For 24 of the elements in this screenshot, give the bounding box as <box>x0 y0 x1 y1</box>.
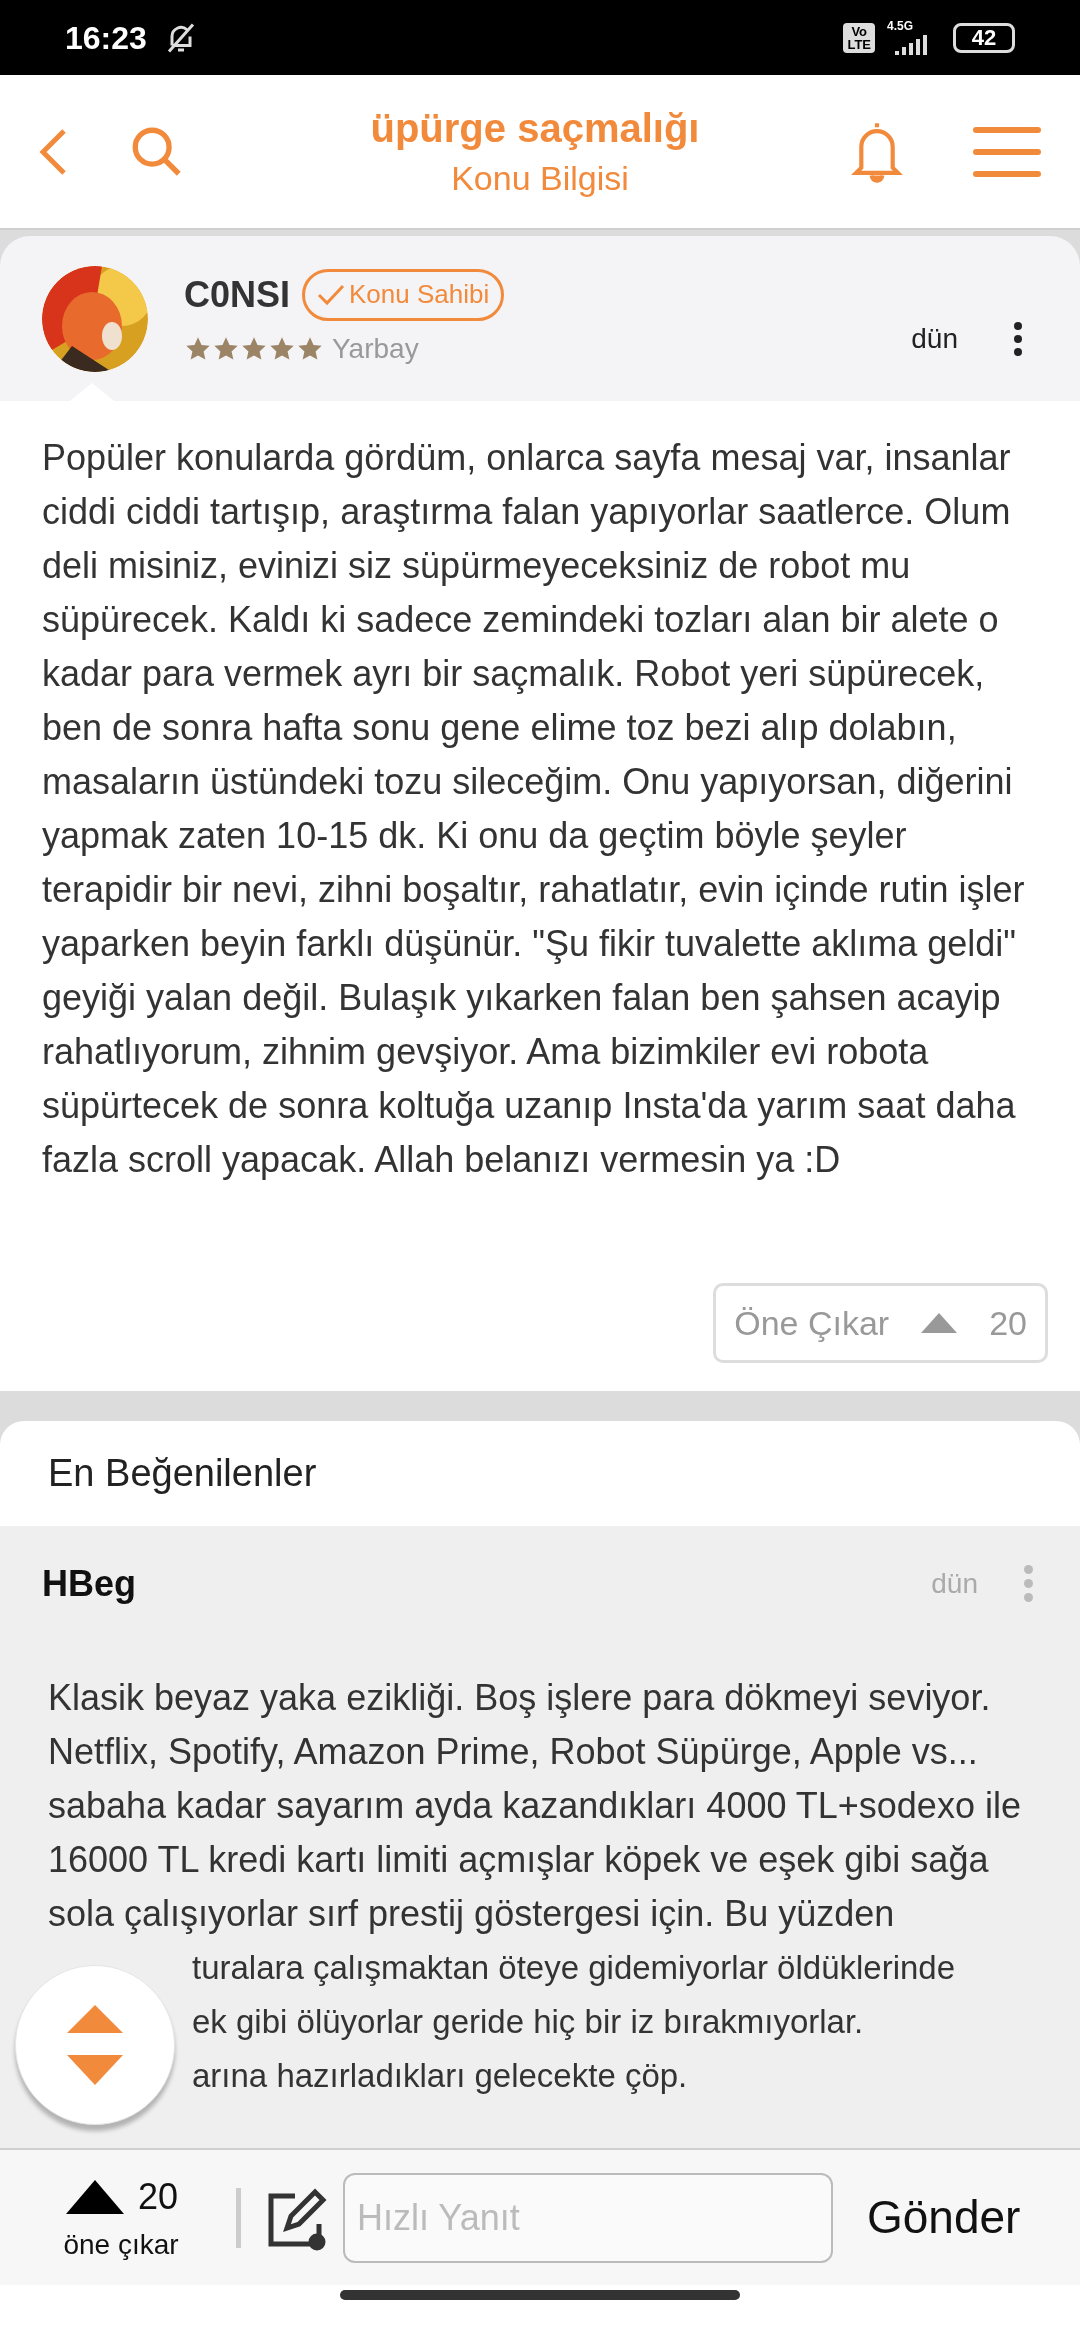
up-down-arrows-icon <box>65 2003 125 2087</box>
comment-body: Klasik beyaz yaka ezikliği. Boş işlere para dökmeyi seviyor. Netflix, Spotify, Amazon Prime, Robot Süpürge, Apple vs... sabaha kadar sayarım ayda kazandıkları 4000 TL+sodexo ile 16000 TL kredi kartı limiti açmışlar köpek ve eşek gibi sağa sola çalışıyorlar sırf prestij göstergesi için. Bu yüzden <box>47 1676 1022 1936</box>
quick-reply-field[interactable]: Hızlı Yanıt <box>343 2172 833 2263</box>
section-title: En Beğenilenler <box>48 1451 317 1496</box>
user-rank: Yarbay <box>332 331 419 366</box>
comment-line: turalara çalışmaktan öteye gidemiyorlar öldüklerinde <box>192 1948 956 1988</box>
topic-title: üpürge saçmalığı <box>370 104 700 152</box>
network-type: 4.5G <box>887 20 913 33</box>
upvote-icon <box>919 1311 960 1335</box>
topic-subtitle: Konu Bilgisi <box>450 157 629 199</box>
status-time: 16:23 <box>65 18 147 58</box>
author-name[interactable]: HBeg <box>42 1556 136 1611</box>
topic-owner-badge: Konu Sahibi <box>302 268 505 321</box>
battery-indicator: 42 <box>953 22 1015 53</box>
post-body: Popüler konularda gördüm, onlarca sayfa mesaj var, insanlar ciddi ciddi tartışıp, araştırma falan yapıyorlar saatlerce. Olum deli misiniz, evinizi siz süpürmeyeceksiniz de robot mu süpürecek. Kaldı ki sadece zemindeki tozları alan bir alete o kadar para vermek ayrı bir saçmalık. Robot yeri süpürecek, ben de sonra hafta sonu gene elime toz bezi alıp dolabın, masaların üstündeki tozu sileceğim. Onu yapıyorsan, diğerini yapmak zaten 10-15 dk. Ki onu da geçtim böyle şeyler terapidir bir nevi, zihni boşaltır, rahatlatır, evin içinde rutin işler yaparken beyin farklı düşünür. "Şu fikir tuvalette aklıma geldi" geyiği yalan değil. Bulaşık yıkarken falan ben şahsen acayip rahatlıyorum, zihnim gevşiyor. Ama bizimkiler evi robota süpürtecek de sonra koltuğa uzanıp Insta'da yarım saat daha fazla scroll yapacak. Allah belanızı vermesin ya :D <box>42 436 1026 1182</box>
check-icon <box>317 282 346 307</box>
send-button[interactable]: Gönder <box>867 2183 1021 2252</box>
comment-line: ek gibi ölüyorlar geride hiç bir iz bırakmıyorlar. <box>192 2002 864 2042</box>
post-time: dün <box>911 321 958 356</box>
volte-badge: Vo LTE <box>843 22 875 53</box>
post-time: dün <box>931 1566 978 1601</box>
promote-button[interactable]: 20 öne çıkar <box>56 2169 186 2266</box>
author-name[interactable]: C0NSI <box>184 267 291 322</box>
comment-line: arına hazırladıkları gelecekte çöp. <box>192 2056 688 2096</box>
